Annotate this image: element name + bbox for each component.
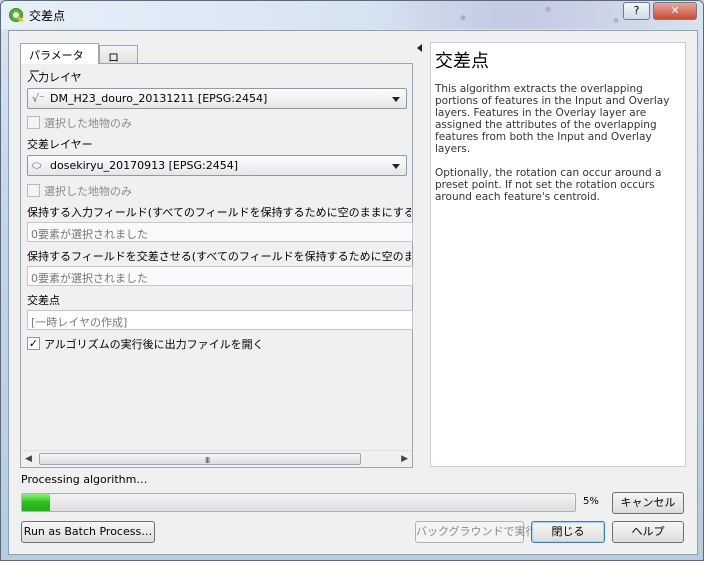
input-selected-only-checkbox[interactable]	[27, 116, 40, 129]
progress-label: Processing algorithm…	[21, 473, 148, 486]
window-title: 交差点	[29, 9, 66, 23]
line-layer-icon: √⁻	[32, 92, 45, 105]
overlay-fields-selector[interactable]: 0要素が選択されました	[27, 266, 413, 286]
close-window-button[interactable]: ✕	[653, 2, 697, 20]
help-panel: 交差点 This algorithm extracts the overlapp…	[430, 42, 686, 467]
overlay-selected-only-checkbox[interactable]	[27, 184, 40, 197]
output-field[interactable]: [一時レイヤの作成]	[27, 310, 413, 330]
help-title-button[interactable]: ?	[623, 2, 650, 20]
scrollbar-grip-icon: III	[205, 456, 210, 465]
run-in-background-button[interactable]: バックグラウンドで実行	[415, 521, 537, 543]
overlay-layer-label: 交差レイヤー	[27, 138, 93, 151]
polygon-layer-icon: ⬭	[32, 159, 42, 172]
chevron-down-icon	[392, 164, 400, 169]
output-label: 交差点	[27, 294, 60, 307]
open-output-label: アルゴリズムの実行後に出力ファイルを開く	[44, 338, 264, 351]
horizontal-scrollbar[interactable]: ◀ III ▶	[21, 450, 412, 467]
close-button[interactable]: 閉じる	[531, 521, 605, 543]
input-layer-combo[interactable]: √⁻ DM_H23_douro_20131211 [EPSG:2454]	[27, 88, 407, 109]
overlay-fields-label: 保持するフィールドを交差させる(すべてのフィールドを保持するために空のままにする	[27, 250, 411, 263]
scrollbar-thumb[interactable]: III	[39, 453, 361, 465]
parameters-pane: 入力レイヤ √⁻ DM_H23_douro_20131211 [EPSG:245…	[20, 63, 413, 468]
dialog-window: 交差点 ? ✕ パラメーター ログ 入力レイヤ √⁻ DM_H23_douro_…	[0, 0, 704, 561]
open-output-checkbox[interactable]: ✓	[27, 337, 40, 350]
progress-fill	[22, 494, 50, 511]
overlay-layer-combo[interactable]: ⬭ dosekiryu_20170913 [EPSG:2454]	[27, 155, 407, 176]
progress-bar	[21, 493, 576, 512]
overlay-layer-value: dosekiryu_20170913 [EPSG:2454]	[50, 159, 238, 172]
scroll-left-icon[interactable]: ◀	[25, 454, 32, 464]
qgis-logo-icon	[9, 8, 23, 22]
input-fields-label: 保持する入力フィールド(すべてのフィールドを保持するために空のままにする) [o…	[27, 206, 411, 219]
title-bar-decoration	[361, 1, 701, 29]
chevron-down-icon	[392, 97, 400, 102]
help-title: 交差点	[435, 51, 489, 72]
run-batch-button[interactable]: Run as Batch Process…	[21, 521, 155, 543]
cancel-button[interactable]: キャンセル	[612, 492, 684, 514]
collapse-help-icon[interactable]	[417, 44, 422, 52]
tab-log[interactable]: ログ	[99, 45, 138, 80]
input-layer-value: DM_H23_douro_20131211 [EPSG:2454]	[50, 92, 268, 105]
tab-parameters[interactable]: パラメーター	[20, 43, 99, 78]
title-bar: 交差点 ? ✕	[1, 1, 703, 29]
progress-percent: 5%	[583, 496, 599, 507]
overlay-selected-only-label: 選択した地物のみ	[44, 185, 132, 198]
dialog-client: パラメーター ログ 入力レイヤ √⁻ DM_H23_douro_20131211…	[8, 30, 698, 555]
help-paragraph: Optionally, the rotation can occur aroun…	[435, 167, 662, 203]
help-button[interactable]: ヘルプ	[612, 521, 684, 543]
help-paragraph: This algorithm extracts the overlapping …	[435, 83, 670, 155]
input-selected-only-label: 選択した地物のみ	[44, 117, 132, 130]
scroll-right-icon[interactable]: ▶	[401, 454, 408, 464]
input-fields-selector[interactable]: 0要素が選択されました	[27, 222, 413, 242]
